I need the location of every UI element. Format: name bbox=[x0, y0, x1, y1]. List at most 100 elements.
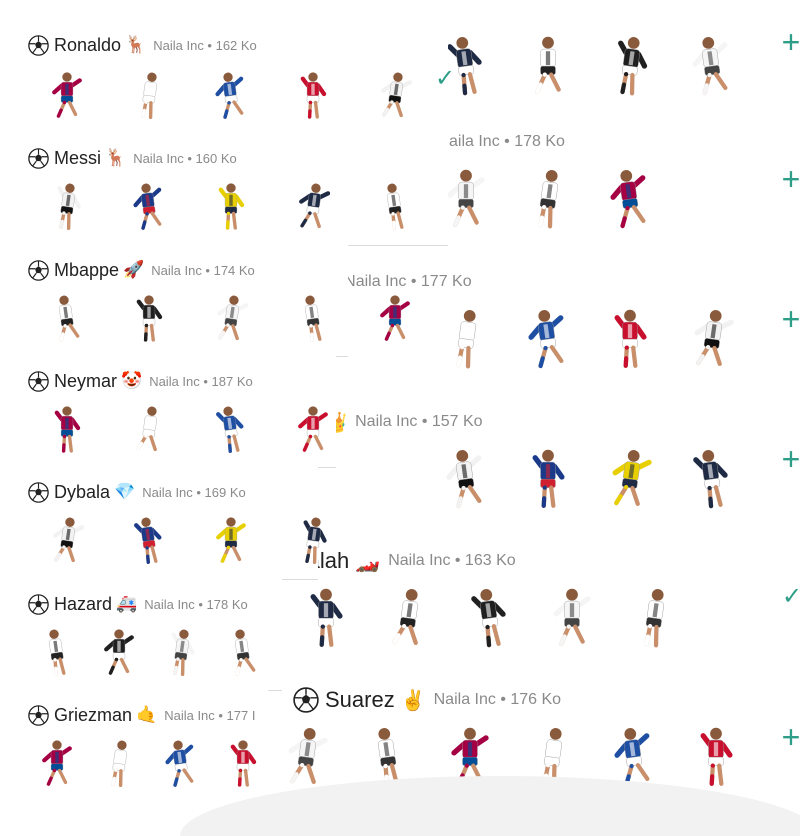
soccer-ball-icon bbox=[28, 704, 49, 726]
soccer-ball-icon bbox=[28, 481, 49, 503]
soccer-ball-icon bbox=[28, 34, 49, 56]
sticker-thumbnail[interactable] bbox=[150, 623, 212, 677]
player-sticker-image bbox=[300, 72, 327, 119]
player-sticker-image bbox=[216, 517, 246, 563]
pack-title: Neymar bbox=[54, 370, 118, 391]
pack-header: Griezman 🤙 Naila Inc • 177 I bbox=[28, 704, 255, 726]
player-sticker-image bbox=[215, 72, 244, 119]
sticker-thumbnail[interactable] bbox=[26, 66, 108, 120]
sticker-thumbnail[interactable] bbox=[108, 400, 190, 454]
player-sticker-image bbox=[57, 183, 81, 231]
pack-row[interactable]: Mbappe 🚀 Naila Inc • 174 Ko bbox=[0, 245, 410, 357]
player-sticker-image bbox=[53, 517, 84, 563]
sticker-thumbnail[interactable] bbox=[354, 66, 436, 120]
pack-header: Neymar 🤡 Naila Inc • 187 Ko bbox=[28, 370, 253, 392]
pack-row[interactable]: Griezman 🤙 Naila Inc • 177 I bbox=[0, 690, 268, 800]
player-sticker-image bbox=[42, 629, 70, 676]
soccer-ball-icon bbox=[28, 259, 49, 281]
sticker-thumbnail[interactable] bbox=[212, 734, 274, 788]
pack-emoji-icon: 🤙 bbox=[136, 705, 158, 724]
player-sticker-image bbox=[303, 517, 327, 565]
player-sticker-image bbox=[52, 72, 82, 118]
player-sticker-image bbox=[216, 406, 244, 453]
pack-row[interactable]: Messi 🦌 Naila Inc • 160 Ko bbox=[0, 133, 448, 246]
sticker-thumbnail[interactable] bbox=[190, 177, 272, 231]
sticker-thumbnail[interactable] bbox=[108, 66, 190, 120]
sticker-thumbnail[interactable] bbox=[272, 400, 354, 454]
soccer-ball-icon bbox=[28, 147, 49, 169]
player-sticker-image bbox=[104, 629, 134, 675]
sticker-thumbnail[interactable] bbox=[354, 177, 436, 231]
pack-meta: Naila Inc • 177 I bbox=[164, 707, 256, 723]
player-sticker-image bbox=[171, 629, 195, 677]
pack-meta: Naila Inc • 178 Ko bbox=[144, 596, 248, 612]
sticker-preview-strip bbox=[26, 66, 436, 120]
sticker-thumbnail[interactable] bbox=[272, 289, 354, 343]
sticker-thumbnail[interactable] bbox=[26, 623, 88, 677]
sticker-thumbnail[interactable] bbox=[108, 289, 190, 343]
pack-emoji-icon: 🚑 bbox=[116, 594, 138, 613]
pack-header: Hazard 🚑 Naila Inc • 178 Ko bbox=[28, 593, 248, 615]
pack-title: Hazard bbox=[54, 593, 113, 614]
sticker-thumbnail[interactable] bbox=[190, 511, 272, 565]
player-sticker-image bbox=[230, 740, 257, 787]
player-sticker-image bbox=[217, 295, 248, 341]
sticker-thumbnail[interactable] bbox=[108, 177, 190, 231]
pack-header: Dybala 💎 Naila Inc • 169 Ko bbox=[28, 481, 246, 503]
sticker-preview-strip bbox=[26, 623, 274, 677]
sticker-thumbnail[interactable] bbox=[26, 177, 108, 231]
pack-row[interactable]: Dybala 💎 Naila Inc • 169 Ko bbox=[0, 467, 327, 580]
soccer-ball-icon bbox=[28, 370, 49, 392]
player-sticker-image bbox=[139, 72, 163, 120]
pack-emoji-icon: 🦌 bbox=[125, 35, 147, 54]
pack-emoji-icon: 🤡 bbox=[121, 371, 143, 390]
player-sticker-image bbox=[380, 183, 408, 230]
player-sticker-image bbox=[54, 406, 81, 453]
pack-row[interactable]: Ronaldo 🦌 Naila Inc • 162 Ko ✓ bbox=[0, 0, 455, 134]
sticker-preview-strip bbox=[26, 289, 436, 343]
sticker-thumbnail[interactable] bbox=[272, 177, 354, 231]
sticker-thumbnail[interactable] bbox=[272, 66, 354, 120]
sticker-thumbnail[interactable] bbox=[190, 400, 272, 454]
sticker-thumbnail[interactable] bbox=[190, 289, 272, 343]
sticker-thumbnail[interactable] bbox=[26, 289, 108, 343]
sticker-thumbnail[interactable] bbox=[354, 289, 436, 343]
added-checkmark-icon[interactable]: ✓ bbox=[432, 66, 458, 92]
sticker-thumbnail[interactable] bbox=[190, 66, 272, 120]
player-sticker-image bbox=[299, 183, 330, 229]
pack-meta: Naila Inc • 169 Ko bbox=[142, 484, 246, 500]
sticker-thumbnail[interactable] bbox=[88, 734, 150, 788]
pack-header: Messi 🦌 Naila Inc • 160 Ko bbox=[28, 147, 237, 169]
pack-row[interactable]: Hazard 🚑 Naila Inc • 178 Ko bbox=[0, 579, 282, 691]
sticker-thumbnail[interactable] bbox=[88, 623, 150, 677]
pack-title: Messi bbox=[54, 147, 102, 168]
sticker-preview-strip bbox=[26, 511, 354, 565]
player-sticker-image bbox=[298, 295, 326, 342]
pack-header: Ronaldo 🦌 Naila Inc • 162 Ko bbox=[28, 34, 257, 56]
pack-meta: Naila Inc • 160 Ko bbox=[133, 150, 237, 166]
player-sticker-image bbox=[136, 295, 163, 342]
pack-title: Mbappe bbox=[54, 259, 120, 280]
soccer-ball-icon bbox=[28, 593, 49, 615]
sticker-thumbnail[interactable] bbox=[150, 734, 212, 788]
sticker-thumbnail[interactable] bbox=[212, 623, 274, 677]
pack-meta: Naila Inc • 162 Ko bbox=[153, 37, 257, 53]
sticker-thumbnail[interactable] bbox=[26, 734, 88, 788]
player-sticker-image bbox=[42, 740, 72, 786]
player-sticker-image bbox=[381, 72, 412, 118]
player-sticker-image bbox=[218, 183, 245, 230]
pack-emoji-icon: 🦌 bbox=[105, 148, 127, 167]
sticker-thumbnail[interactable] bbox=[108, 511, 190, 565]
sticker-preview-strip bbox=[26, 400, 354, 454]
player-sticker-image bbox=[51, 295, 80, 342]
front-pack-list: Ronaldo 🦌 Naila Inc • 162 Ko ✓ Messi 🦌 Naila I… bbox=[0, 0, 800, 800]
player-sticker-image bbox=[227, 629, 256, 676]
sticker-thumbnail[interactable] bbox=[26, 511, 108, 565]
player-sticker-image bbox=[165, 740, 194, 787]
player-sticker-image bbox=[109, 740, 133, 788]
pack-emoji-icon: 🚀 bbox=[123, 260, 145, 279]
sticker-thumbnail[interactable] bbox=[26, 400, 108, 454]
sticker-thumbnail[interactable] bbox=[272, 511, 354, 565]
pack-row[interactable]: Neymar 🤡 Naila Inc • 187 Ko bbox=[0, 356, 336, 468]
player-sticker-image bbox=[380, 295, 410, 341]
